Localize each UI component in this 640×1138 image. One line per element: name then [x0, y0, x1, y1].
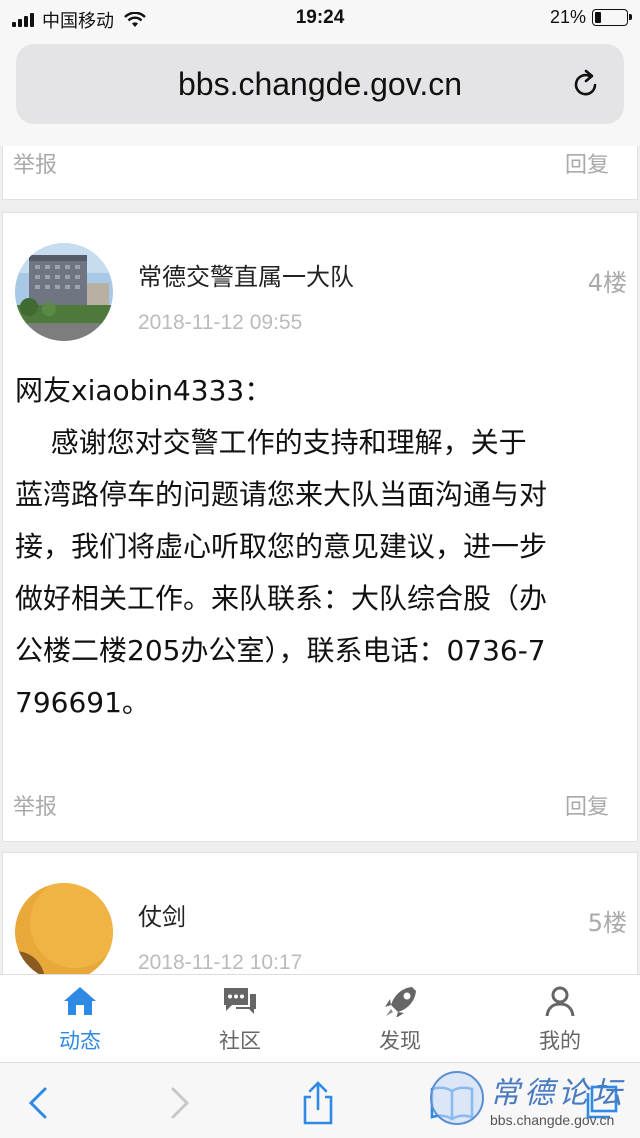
post-line: 796691。: [15, 686, 150, 719]
floor-number: 4楼: [587, 269, 627, 297]
tab-label: 我的: [539, 1029, 581, 1053]
watermark-url: bbs.changde.gov.cn: [490, 1112, 615, 1128]
floor-number: 5楼: [587, 909, 627, 937]
thread-content: 举报 回复 常德交警直属一大队 2018-11-12 09:55 4楼 网友xi…: [0, 146, 640, 974]
avatar[interactable]: [15, 243, 113, 341]
tab-label: 动态: [59, 1029, 101, 1053]
forum-watermark: 常德论坛 bbs.changde.gov.cn: [430, 1068, 626, 1128]
report-button[interactable]: 举报: [13, 789, 57, 821]
forward-button[interactable]: [158, 1081, 202, 1125]
tab-community[interactable]: 社区: [160, 975, 320, 1062]
address-bar[interactable]: bbs.changde.gov.cn: [16, 44, 624, 124]
back-icon: [28, 1087, 47, 1119]
clock: 19:24: [295, 7, 345, 28]
post-author[interactable]: 常德交警直属一大队: [138, 257, 354, 292]
post-card: 仗剑 2018-11-12 10:17 5楼: [2, 852, 638, 974]
reload-icon[interactable]: [570, 68, 602, 100]
tab-dynamic[interactable]: 动态: [0, 975, 160, 1062]
bottom-tab-bar: 动态 社区 发现 我的: [0, 974, 640, 1062]
post-line: 公楼二楼205办公室），联系电话：0736-7: [15, 634, 546, 667]
reply-button[interactable]: 回复: [565, 147, 609, 179]
tab-label: 发现: [379, 1029, 421, 1053]
watermark-text: 常德论坛 bbs.changde.gov.cn: [490, 1068, 626, 1128]
status-bar: 中国移动 19:24 21%: [0, 0, 640, 36]
share-icon: [303, 1081, 333, 1125]
chat-icon: [220, 983, 260, 1019]
battery-percent: 21%: [549, 7, 586, 27]
post-line: 接，我们将虚心听取您的意见建议，进一步: [15, 530, 548, 563]
address-url[interactable]: bbs.changde.gov.cn: [16, 66, 624, 103]
status-right: 21%: [549, 7, 632, 28]
post-line: 网友xiaobin4333：: [15, 374, 273, 407]
battery-fill: [595, 12, 602, 23]
post-date: 2018-11-12 09:55: [138, 311, 303, 334]
avatar[interactable]: [15, 883, 113, 974]
user-icon: [540, 983, 580, 1019]
share-button[interactable]: [296, 1081, 340, 1125]
home-icon: [60, 983, 100, 1019]
post-line: 做好相关工作。来队联系：大队综合股（办: [15, 582, 548, 615]
post-author[interactable]: 仗剑: [138, 897, 186, 932]
forward-icon: [171, 1087, 190, 1119]
tab-mine[interactable]: 我的: [480, 975, 640, 1062]
post-date: 2018-11-12 10:17: [138, 951, 303, 974]
report-button[interactable]: 举报: [13, 147, 57, 179]
browser-address-area: bbs.changde.gov.cn: [0, 36, 640, 146]
post-body: 网友xiaobin4333： 感谢您对交警工作的支持和理解，关于 蓝湾路停车的问…: [15, 365, 629, 729]
tab-discover[interactable]: 发现: [320, 975, 480, 1062]
watermark-title: 常德论坛: [490, 1076, 626, 1111]
reply-button[interactable]: 回复: [565, 789, 609, 821]
post-line: 蓝湾路停车的问题请您来大队当面沟通与对: [15, 478, 548, 511]
post-line: 感谢您对交警工作的支持和理解，关于: [15, 426, 527, 459]
post-card: 常德交警直属一大队 2018-11-12 09:55 4楼 网友xiaobin4…: [2, 212, 638, 842]
back-button[interactable]: [16, 1081, 60, 1125]
battery-icon: [592, 9, 632, 26]
post-card: 举报 回复: [2, 146, 638, 200]
forum-logo: [430, 1071, 484, 1125]
tab-label: 社区: [219, 1029, 261, 1053]
rocket-icon: [380, 983, 420, 1019]
